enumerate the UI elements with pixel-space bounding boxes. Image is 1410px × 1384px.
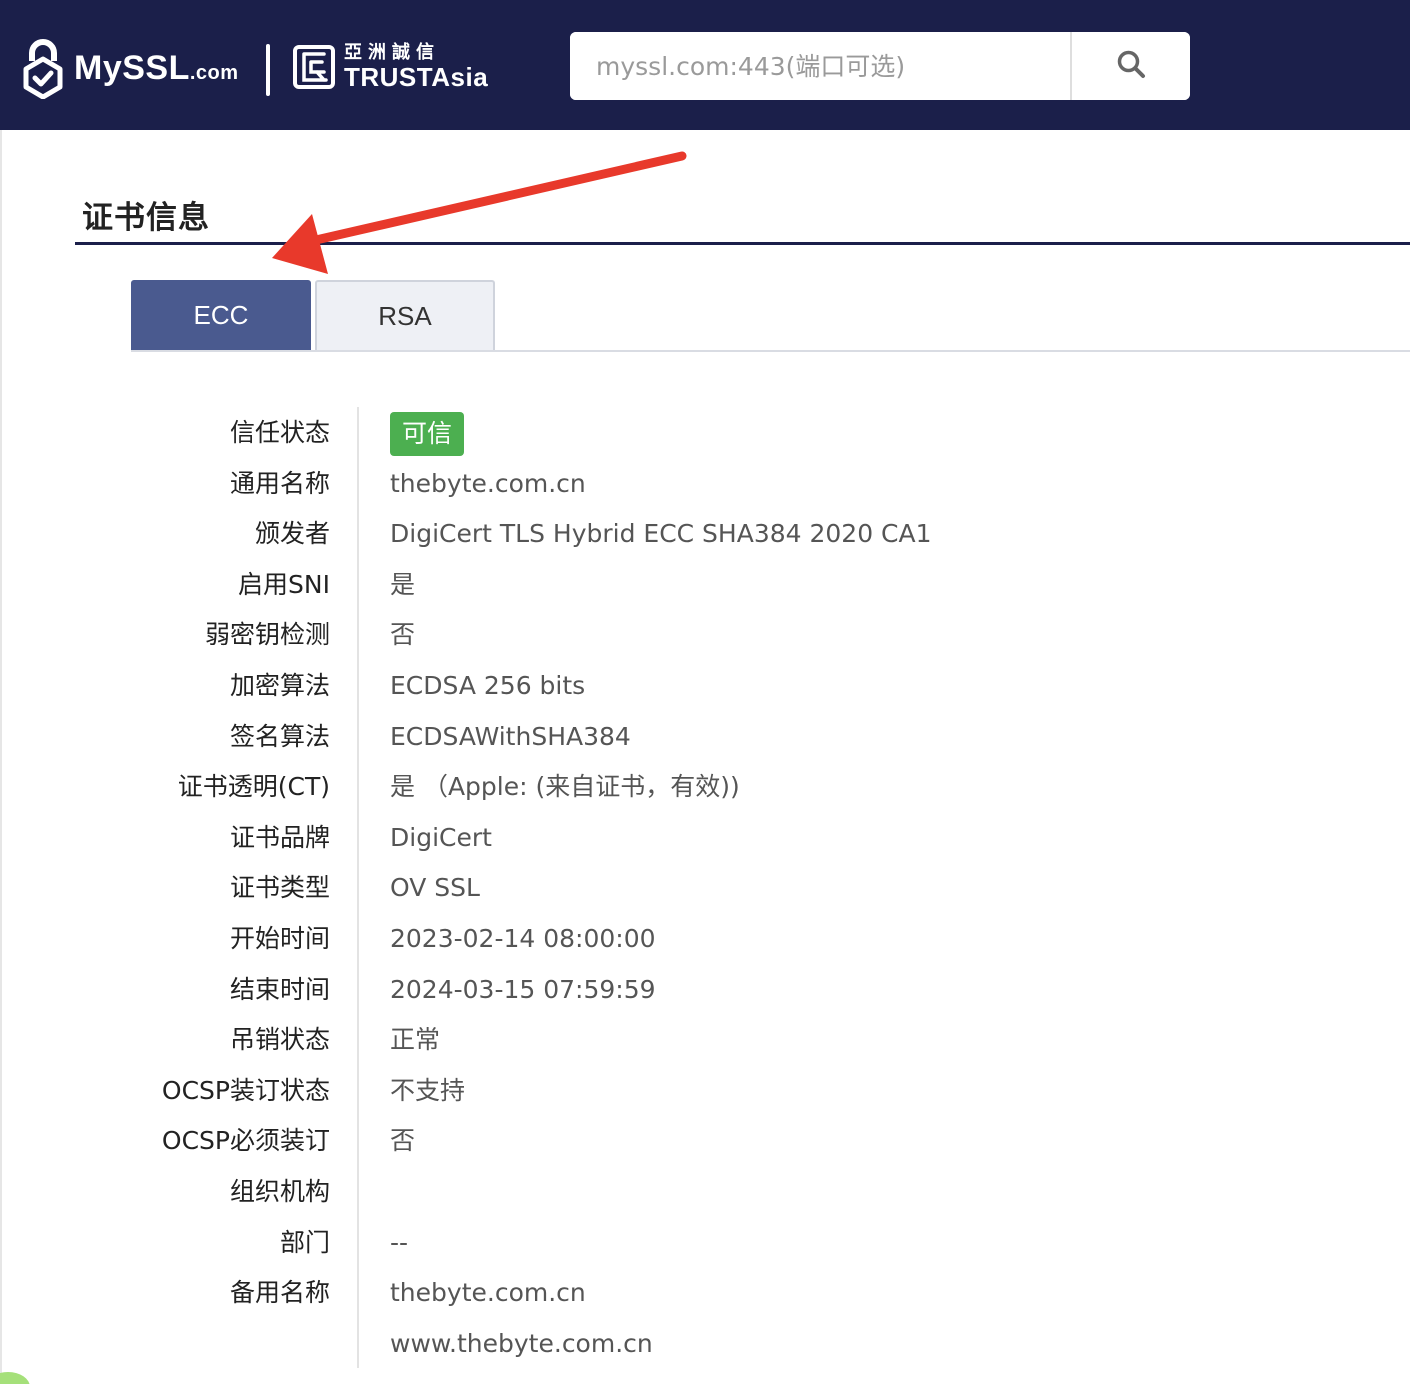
row-value: 可信	[390, 407, 465, 458]
row-label: 结束时间	[229, 974, 330, 1004]
table-row: www.thebyte.com.cn	[0, 1318, 1410, 1369]
table-row: 信任状态 可信	[0, 407, 1410, 458]
row-value: ECDSAWithSHA384	[390, 721, 631, 751]
row-label: 吊销状态	[229, 1025, 330, 1055]
row-label: 启用SNI	[238, 569, 330, 599]
table-row: 通用名称 thebyte.com.cn	[0, 458, 1410, 509]
row-label: 证书类型	[229, 873, 330, 903]
tab-rsa[interactable]: RSA	[315, 280, 495, 351]
brand-wordmark: MySSL.com	[74, 49, 239, 88]
table-row: 开始时间 2023-02-14 08:00:00	[0, 913, 1410, 964]
table-row: OCSP必须装订 否	[0, 1115, 1410, 1166]
search-icon	[1116, 49, 1146, 83]
row-value: www.thebyte.com.cn	[390, 1328, 653, 1358]
table-row: 弱密钥检测 否	[0, 609, 1410, 660]
row-value: 正常	[390, 1025, 441, 1055]
row-value: OV SSL	[390, 873, 480, 903]
tab-bar-rule	[131, 350, 1410, 352]
search-button[interactable]	[1072, 32, 1190, 100]
row-value: 不支持	[390, 1075, 466, 1105]
row-value: DigiCert	[390, 822, 492, 852]
table-row: OCSP装订状态 不支持	[0, 1065, 1410, 1116]
row-value: 是 （Apple: (来自证书，有效))	[390, 772, 740, 802]
corner-decoration	[0, 1372, 30, 1384]
table-row: 证书品牌 DigiCert	[0, 812, 1410, 863]
row-label: 弱密钥检测	[204, 620, 330, 650]
row-label: 组织机构	[229, 1177, 330, 1206]
table-row: 吊销状态 正常	[0, 1014, 1410, 1065]
trustasia-cn-name: 亞洲誠信	[344, 42, 440, 63]
row-label: 开始时间	[229, 924, 330, 953]
section-title: 证书信息	[82, 200, 210, 236]
trustasia-logo[interactable]: 亞洲誠信 TRUSTAsia	[292, 42, 488, 92]
row-value: 否	[390, 620, 416, 650]
row-value: thebyte.com.cn	[390, 1278, 586, 1308]
logo-divider	[266, 44, 270, 96]
search-input[interactable]	[570, 32, 1070, 100]
trustasia-badge-icon	[292, 44, 336, 90]
table-row: 证书类型 OV SSL	[0, 862, 1410, 913]
row-value: --	[390, 1227, 409, 1257]
row-value: 2024-03-15 07:59:59	[390, 974, 656, 1004]
row-label: OCSP必须装订	[161, 1126, 330, 1156]
trustasia-en-name: TRUSTAsia	[344, 62, 489, 92]
row-label: 备用名称	[229, 1278, 330, 1308]
brand-suffix: .com	[189, 61, 239, 84]
table-row: 结束时间 2024-03-15 07:59:59	[0, 964, 1410, 1015]
row-label: 证书品牌	[229, 822, 330, 852]
tab-ecc[interactable]: ECC	[131, 280, 311, 351]
row-label: 部门	[279, 1227, 330, 1257]
table-row: 组织机构	[0, 1166, 1410, 1217]
row-value: DigiCert TLS Hybrid ECC SHA384 2020 CA1	[390, 519, 932, 549]
row-value: ECDSA 256 bits	[390, 671, 586, 700]
row-label: OCSP装订状态	[161, 1075, 330, 1105]
table-row: 部门 --	[0, 1217, 1410, 1268]
table-row: 颁发者 DigiCert TLS Hybrid ECC SHA384 2020 C…	[0, 508, 1410, 559]
brand-name: MySSL	[74, 48, 190, 87]
row-value: 否	[390, 1126, 416, 1156]
search-box	[570, 32, 1190, 100]
table-row: 启用SNI 是	[0, 559, 1410, 610]
table-row: 签名算法 ECDSAWithSHA384	[0, 711, 1410, 762]
trustasia-wordmark: 亞洲誠信 TRUSTAsia	[344, 42, 489, 92]
row-label: 颁发者	[254, 519, 330, 549]
table-row: 证书透明(CT) 是 （Apple: (来自证书，有效))	[0, 761, 1410, 812]
row-label: 信任状态	[229, 418, 330, 447]
row-label: 签名算法	[229, 721, 330, 751]
status-badge: 可信	[390, 412, 465, 456]
table-row: 加密算法 ECDSA 256 bits	[0, 660, 1410, 711]
table-row: 备用名称 thebyte.com.cn	[0, 1267, 1410, 1318]
row-label: 证书透明(CT)	[177, 772, 330, 802]
row-label: 加密算法	[229, 671, 330, 700]
lock-check-icon	[20, 37, 66, 100]
row-value: thebyte.com.cn	[390, 468, 586, 498]
section-rule	[75, 242, 1410, 245]
row-label: 通用名称	[229, 468, 330, 498]
top-header: MySSL.com 亞洲誠信 TRUSTAsia	[0, 0, 1410, 130]
row-value: 2023-02-14 08:00:00	[390, 924, 656, 953]
myssl-logo[interactable]: MySSL.com	[20, 36, 239, 100]
row-value: 是	[390, 569, 416, 599]
